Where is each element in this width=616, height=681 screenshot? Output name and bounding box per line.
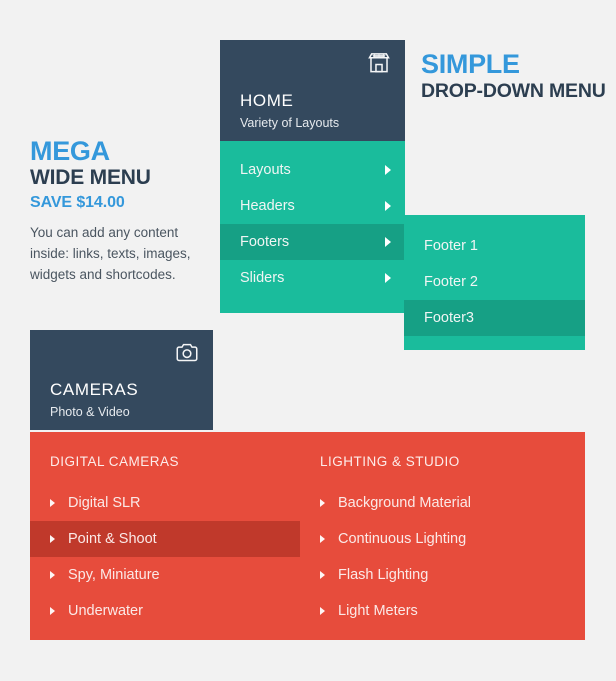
menu-item-sliders[interactable]: Sliders bbox=[220, 260, 405, 296]
mega-promo-description: You can add any content inside: links, t… bbox=[30, 224, 191, 282]
mega-column-lighting-studio: LIGHTING & STUDIO Background Material Co… bbox=[300, 454, 585, 629]
mega-promo-left: MEGA WIDE MENU SAVE $14.00 You can add a… bbox=[30, 138, 215, 285]
chevron-right-icon bbox=[320, 535, 325, 544]
chevron-right-icon bbox=[385, 273, 391, 283]
mega-column-heading: DIGITAL CAMERAS bbox=[50, 454, 180, 469]
mega-item-spy-miniature[interactable]: Spy, Miniature bbox=[30, 557, 300, 593]
chevron-right-icon bbox=[50, 571, 55, 580]
footers-submenu-panel: Footer 1 Footer 2 Footer3 bbox=[404, 215, 585, 350]
home-card-subtitle: Variety of Layouts bbox=[240, 115, 340, 130]
mega-promo-subtitle: WIDE MENU bbox=[30, 166, 151, 189]
mega-item-label: Point & Shoot bbox=[68, 531, 157, 548]
submenu-item-label: Footer3 bbox=[424, 310, 474, 326]
mega-item-digital-slr[interactable]: Digital SLR bbox=[30, 485, 300, 521]
menu-item-layouts[interactable]: Layouts bbox=[220, 152, 405, 188]
menu-item-label: Sliders bbox=[240, 270, 285, 286]
mega-menu-panel: DIGITAL CAMERAS Digital SLR Point & Shoo… bbox=[30, 432, 585, 640]
mega-promo-save: SAVE $14.00 bbox=[30, 193, 125, 211]
menu-demo-stage: MEGA WIDE MENU SAVE $14.00 You can add a… bbox=[0, 0, 616, 681]
chevron-right-icon bbox=[320, 499, 325, 508]
cameras-menu-card[interactable]: CAMERAS Photo & Video bbox=[30, 330, 213, 430]
menu-item-label: Footers bbox=[240, 234, 290, 250]
chevron-right-icon bbox=[320, 571, 325, 580]
submenu-item-footer-2[interactable]: Footer 2 bbox=[404, 264, 585, 300]
cameras-card-subtitle: Photo & Video bbox=[50, 404, 130, 419]
simple-promo-subtitle: DROP-DOWN MENU bbox=[421, 80, 606, 103]
main-dropdown-menu: Layouts Headers Footers Sliders bbox=[220, 141, 405, 313]
mega-column-heading: LIGHTING & STUDIO bbox=[320, 454, 460, 469]
mega-item-underwater[interactable]: Underwater bbox=[30, 593, 300, 629]
chevron-right-icon bbox=[50, 535, 55, 544]
menu-item-label: Layouts bbox=[240, 162, 291, 178]
mega-item-point-and-shoot[interactable]: Point & Shoot bbox=[30, 521, 300, 558]
simple-promo-right: SIMPLE DROP-DOWN MENU bbox=[421, 50, 611, 103]
mega-item-background-material[interactable]: Background Material bbox=[300, 485, 585, 521]
mega-item-label: Underwater bbox=[68, 603, 143, 620]
mega-item-continuous-lighting[interactable]: Continuous Lighting bbox=[300, 521, 585, 557]
home-card-title: HOME bbox=[240, 91, 294, 111]
mega-item-label: Spy, Miniature bbox=[68, 567, 160, 584]
submenu-item-footer-3[interactable]: Footer3 bbox=[404, 300, 585, 336]
chevron-right-icon bbox=[385, 237, 391, 247]
simple-promo-title: SIMPLE bbox=[421, 49, 520, 79]
submenu-item-label: Footer 1 bbox=[424, 238, 478, 254]
mega-column-digital-cameras: DIGITAL CAMERAS Digital SLR Point & Shoo… bbox=[30, 454, 300, 629]
mega-item-label: Digital SLR bbox=[68, 495, 141, 512]
menu-item-footers[interactable]: Footers bbox=[220, 224, 405, 260]
mega-item-label: Background Material bbox=[338, 495, 471, 512]
storefront-icon bbox=[366, 50, 392, 76]
submenu-item-label: Footer 2 bbox=[424, 274, 478, 290]
mega-item-flash-lighting[interactable]: Flash Lighting bbox=[300, 557, 585, 593]
chevron-right-icon bbox=[50, 499, 55, 508]
home-menu-card[interactable]: HOME Variety of Layouts bbox=[220, 40, 405, 141]
mega-item-light-meters[interactable]: Light Meters bbox=[300, 593, 585, 629]
camera-icon bbox=[174, 340, 200, 366]
mega-promo-title: MEGA bbox=[30, 136, 110, 166]
chevron-right-icon bbox=[50, 607, 55, 616]
chevron-right-icon bbox=[385, 165, 391, 175]
mega-item-label: Flash Lighting bbox=[338, 567, 429, 584]
chevron-right-icon bbox=[385, 201, 391, 211]
mega-item-label: Light Meters bbox=[338, 603, 418, 620]
menu-item-label: Headers bbox=[240, 198, 295, 214]
chevron-right-icon bbox=[320, 607, 325, 616]
menu-item-headers[interactable]: Headers bbox=[220, 188, 405, 224]
mega-item-label: Continuous Lighting bbox=[338, 531, 467, 548]
cameras-card-title: CAMERAS bbox=[50, 380, 139, 400]
submenu-item-footer-1[interactable]: Footer 1 bbox=[404, 228, 585, 264]
